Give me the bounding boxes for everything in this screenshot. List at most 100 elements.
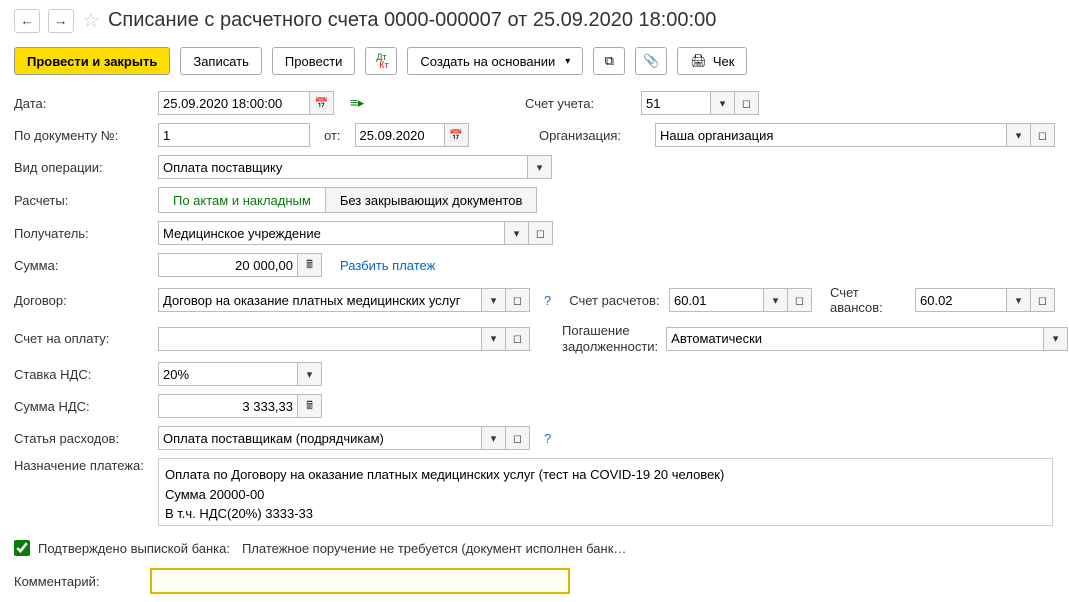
org-open-button[interactable] [1031,123,1055,147]
external-icon [1038,294,1047,307]
expense-help-icon[interactable]: ? [544,431,551,446]
optype-input[interactable] [158,155,528,179]
back-button[interactable]: ← [14,9,40,33]
post-and-close-button[interactable]: Провести и закрыть [14,47,170,75]
comment-input[interactable] [150,568,570,594]
tab-no-docs[interactable]: Без закрывающих документов [325,187,538,213]
chevron-down-icon [514,227,520,240]
account-dropdown-button[interactable] [711,91,735,115]
expense-dropdown-button[interactable] [482,426,506,450]
header-bar: ← → ☆ Списание с расчетного счета 0000-0… [14,8,1055,33]
account-open-button[interactable] [735,91,759,115]
org-dropdown-button[interactable] [1007,123,1031,147]
settlement-acc-dropdown-button[interactable] [764,288,788,312]
external-icon [795,294,804,307]
tab-by-acts[interactable]: По актам и накладным [158,187,325,213]
paperclip-icon: 📎 [643,53,659,69]
external-icon [513,432,522,445]
dt-kt-button[interactable]: Дт Кт [365,47,397,75]
calendar-icon [449,129,463,142]
vat-rate-dropdown-button[interactable] [298,362,322,386]
vat-sum-label: Сумма НДС: [14,399,150,414]
org-input[interactable] [655,123,1007,147]
contract-input[interactable] [158,288,482,312]
calculator-icon [306,397,313,416]
forward-button[interactable]: → [48,9,74,33]
docnum-input[interactable] [158,123,310,147]
chevron-down-icon [537,161,543,174]
calc-label: Расчеты: [14,193,150,208]
external-icon [513,332,522,345]
account-label: Счет учета: [525,96,635,111]
invoice-dropdown-button[interactable] [482,327,506,351]
post-button[interactable]: Провести [272,47,356,75]
form: Дата: ≡▸ Счет учета: По документу №: от: [14,91,1055,526]
debt-dropdown-button[interactable] [1044,327,1068,351]
expense-label: Статья расходов: [14,431,150,446]
calculator-icon [306,256,313,275]
vat-rate-input[interactable] [158,362,298,386]
page-title: Списание с расчетного счета 0000-000007 … [108,9,716,32]
debt-label: Погашение задолженности: [562,323,658,354]
check-button[interactable]: 🖨Чек [677,47,747,75]
vat-sum-input[interactable] [158,394,298,418]
date-settings-icon[interactable]: ≡▸ [350,95,364,111]
account-input[interactable] [641,91,711,115]
split-payment-link[interactable]: Разбить платеж [340,258,435,273]
comment-label: Комментарий: [14,574,142,589]
contract-help-icon[interactable]: ? [544,293,551,308]
debt-input[interactable] [666,327,1044,351]
create-based-on-button[interactable]: Создать на основании [407,47,583,75]
from-date-calendar-button[interactable] [445,123,469,147]
write-button[interactable]: Записать [180,47,262,75]
printer-icon: 🖨 [690,53,707,69]
confirmed-checkbox[interactable] [14,540,30,556]
structure-button[interactable]: ⧉ [593,47,625,75]
contract-open-button[interactable] [506,288,530,312]
contract-dropdown-button[interactable] [482,288,506,312]
structure-icon: ⧉ [605,53,614,69]
org-label: Организация: [539,128,649,143]
comment-row: Комментарий: [14,568,1055,594]
attach-button[interactable]: 📎 [635,47,667,75]
chevron-down-icon [1016,294,1022,307]
chevron-down-icon [491,432,497,445]
contract-label: Договор: [14,293,150,308]
advance-acc-input[interactable] [915,288,1007,312]
chevron-down-icon [720,97,726,110]
favorite-star-icon[interactable]: ☆ [82,8,100,33]
date-input[interactable] [158,91,310,115]
invoice-input[interactable] [158,327,482,351]
invoice-label: Счет на оплату: [14,331,150,346]
confirmed-text: Платежное поручение не требуется (докуме… [242,541,626,556]
invoice-open-button[interactable] [506,327,530,351]
sum-input[interactable] [158,253,298,277]
advance-acc-open-button[interactable] [1031,288,1055,312]
vat-rate-label: Ставка НДС: [14,367,150,382]
advance-acc-label: Счет авансов: [830,285,901,315]
docnum-label: По документу №: [14,128,150,143]
from-date-input[interactable] [355,123,445,147]
recipient-label: Получатель: [14,226,150,241]
sum-label: Сумма: [14,258,150,273]
date-calendar-button[interactable] [310,91,334,115]
expense-input[interactable] [158,426,482,450]
purpose-label: Назначение платежа: [14,458,150,475]
expense-open-button[interactable] [506,426,530,450]
from-label: от: [324,128,341,143]
advance-acc-dropdown-button[interactable] [1007,288,1031,312]
settlement-acc-input[interactable] [669,288,764,312]
external-icon [742,97,751,110]
sum-calc-button[interactable] [298,253,322,277]
recipient-input[interactable] [158,221,505,245]
external-icon [1038,129,1047,142]
chevron-down-icon [1053,332,1059,345]
vat-sum-calc-button[interactable] [298,394,322,418]
purpose-textarea[interactable] [158,458,1053,526]
optype-label: Вид операции: [14,160,150,175]
optype-dropdown-button[interactable] [528,155,552,179]
settlement-acc-open-button[interactable] [788,288,812,312]
recipient-open-button[interactable] [529,221,553,245]
chevron-down-icon [491,294,497,307]
recipient-dropdown-button[interactable] [505,221,529,245]
